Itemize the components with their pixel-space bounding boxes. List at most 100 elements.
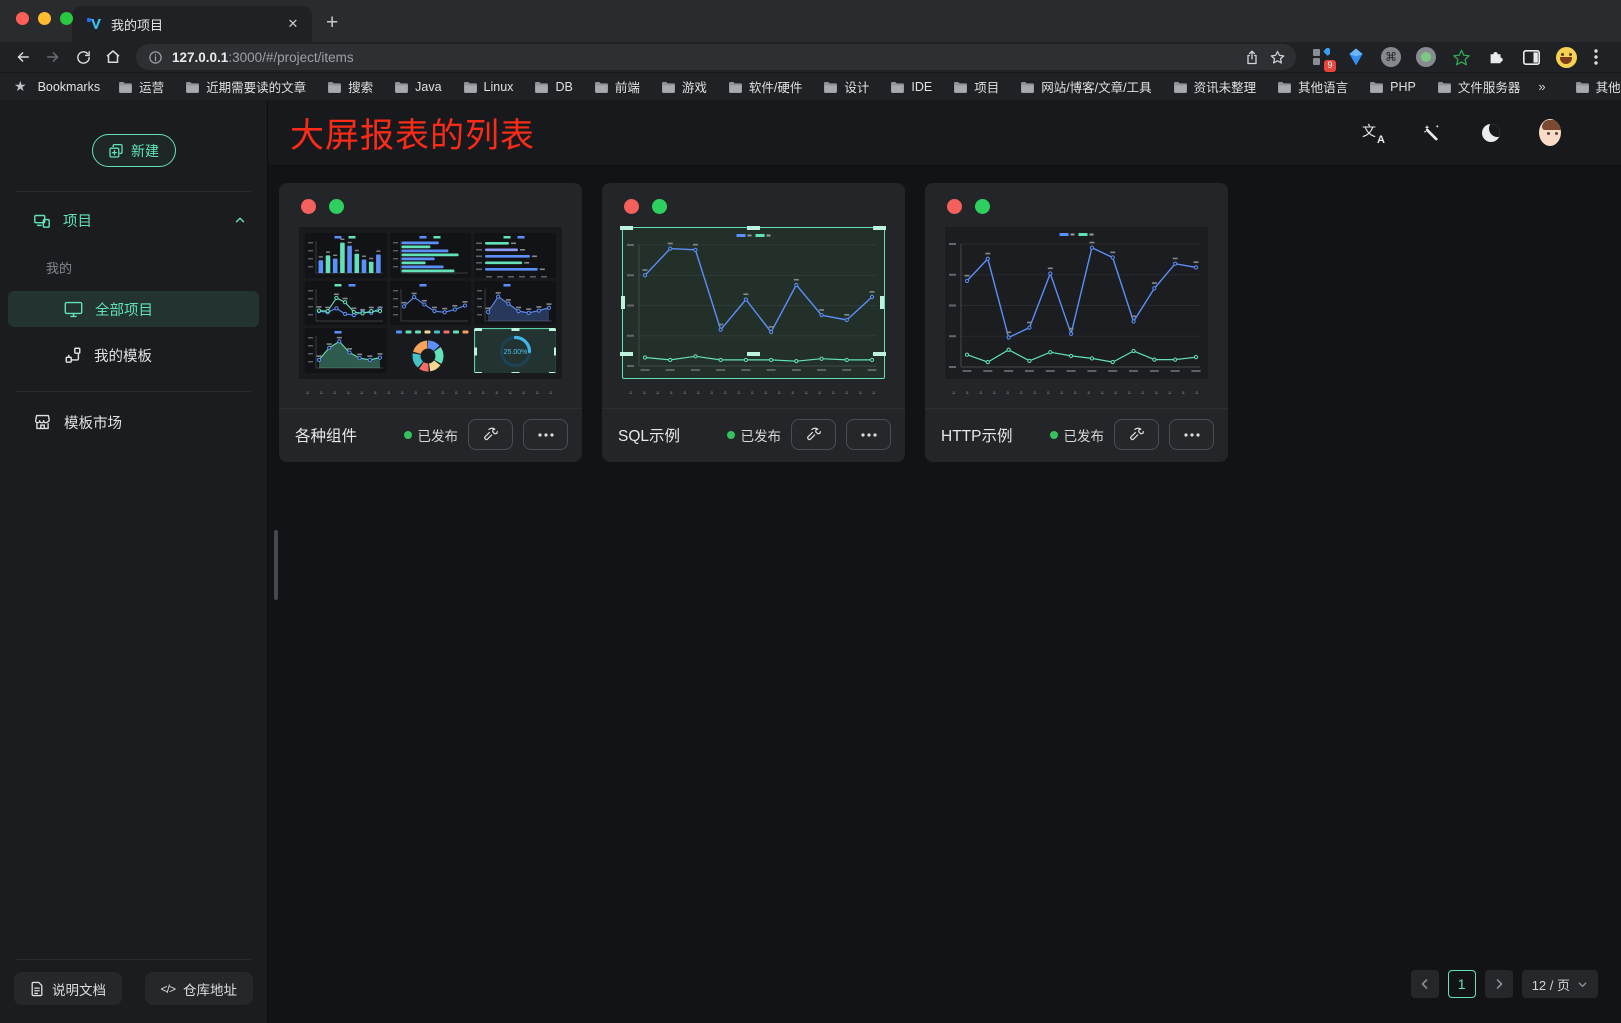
- bookmarks-overflow-chevron[interactable]: »: [1534, 79, 1549, 94]
- more-options-button[interactable]: [523, 419, 568, 450]
- selection-handle[interactable]: [620, 352, 633, 356]
- project-thumbnail[interactable]: [945, 227, 1208, 379]
- selection-handle[interactable]: [880, 296, 884, 309]
- page-header: 大屏报表的列表 文A: [268, 100, 1621, 166]
- profile-avatar-icon[interactable]: [1555, 46, 1577, 68]
- project-thumbnail[interactable]: 25.00%: [299, 227, 562, 379]
- status-label: 已发布: [1064, 425, 1105, 445]
- edit-hammer-button[interactable]: [1114, 419, 1159, 450]
- bookmark-folder[interactable]: 项目: [946, 77, 1006, 96]
- next-page-button[interactable]: [1485, 970, 1513, 998]
- more-options-button[interactable]: [846, 419, 891, 450]
- browser-tab-strip: 我的项目 ✕ +: [0, 0, 1621, 42]
- forward-icon[interactable]: [40, 45, 66, 69]
- bookmark-folder[interactable]: Linux: [456, 80, 521, 94]
- bookmark-folder[interactable]: 设计: [816, 77, 876, 96]
- home-icon[interactable]: [100, 45, 126, 69]
- extension-gem-icon[interactable]: [1345, 46, 1367, 68]
- bookmark-folder[interactable]: 运营: [111, 77, 171, 96]
- card-red-dot: [624, 199, 639, 214]
- ellipsis-icon: [1184, 433, 1200, 437]
- user-avatar[interactable]: [1539, 122, 1561, 144]
- minimize-window-button[interactable]: [38, 12, 51, 25]
- selection-handle[interactable]: [873, 226, 886, 230]
- bookmark-folder[interactable]: DB: [527, 80, 579, 94]
- extension-record-icon[interactable]: [1415, 46, 1437, 68]
- project-card[interactable]: SQL示例 已发布: [602, 183, 905, 462]
- chevron-up-icon[interactable]: [233, 213, 247, 227]
- scrollbar-thumb[interactable]: [274, 530, 278, 600]
- tab-title: 我的项目: [111, 15, 275, 34]
- tab-close-icon[interactable]: ✕: [284, 15, 302, 33]
- sidebar-section-project[interactable]: 项目: [8, 202, 259, 238]
- bookmark-folder[interactable]: 网站/博客/文章/工具: [1013, 77, 1158, 96]
- side-panel-icon[interactable]: [1520, 46, 1542, 68]
- bookmark-folder-label: 搜索: [348, 77, 373, 96]
- prev-page-button[interactable]: [1411, 970, 1439, 998]
- selection-handle[interactable]: [873, 352, 886, 356]
- sidebar-item-template-market[interactable]: 模板市场: [8, 404, 259, 440]
- other-bookmarks-folder[interactable]: 其他书签: [1568, 77, 1621, 96]
- repo-button[interactable]: </> 仓库地址: [145, 972, 253, 1005]
- page-size-select[interactable]: 12 / 页: [1522, 970, 1598, 998]
- bookmark-folder[interactable]: IDE: [883, 80, 939, 94]
- zoom-window-button[interactable]: [60, 12, 73, 25]
- dark-mode-moon-icon[interactable]: [1480, 122, 1502, 144]
- browser-tab[interactable]: 我的项目 ✕: [72, 6, 312, 42]
- bookmark-folder[interactable]: 搜索: [320, 77, 380, 96]
- browser-menu-icon[interactable]: [1590, 46, 1602, 68]
- more-options-button[interactable]: [1169, 419, 1214, 450]
- magic-wand-icon[interactable]: [1421, 122, 1443, 144]
- selection-handle[interactable]: [747, 226, 760, 230]
- selection-handle[interactable]: [620, 226, 633, 230]
- selection-handle[interactable]: [621, 296, 625, 309]
- site-info-icon[interactable]: [148, 50, 163, 65]
- code-icon: </>: [161, 982, 175, 996]
- project-name: 各种组件: [295, 424, 394, 446]
- sidebar-item-my-templates-label: 我的模板: [94, 345, 152, 366]
- language-icon[interactable]: 文A: [1362, 122, 1384, 144]
- bookmark-folder[interactable]: 软件/硬件: [721, 77, 809, 96]
- page-number-button[interactable]: 1: [1448, 970, 1476, 998]
- url-bar[interactable]: 127.0.0.1:3000/#/project/items: [136, 44, 1296, 70]
- extension-command-icon[interactable]: ⌘: [1380, 46, 1402, 68]
- edit-hammer-button[interactable]: [791, 419, 836, 450]
- browser-toolbar: 127.0.0.1:3000/#/project/items 9 ⌘: [0, 42, 1621, 72]
- docs-button[interactable]: 说明文档: [14, 972, 122, 1005]
- mini-chart-donut: [390, 328, 472, 373]
- sidebar-item-all-projects[interactable]: 全部项目: [8, 291, 259, 327]
- bookmark-folder[interactable]: 文件服务器: [1430, 77, 1528, 96]
- new-project-button[interactable]: 新建: [92, 134, 176, 167]
- storefront-icon: [33, 413, 52, 431]
- selection-handle[interactable]: [747, 352, 760, 356]
- bookmark-folder-label: IDE: [911, 80, 932, 94]
- new-project-label: 新建: [131, 141, 159, 161]
- edit-hammer-button[interactable]: [468, 419, 513, 450]
- extension-grid-icon[interactable]: 9: [1310, 46, 1332, 68]
- extensions-puzzle-icon[interactable]: [1485, 46, 1507, 68]
- bookmark-folder[interactable]: 游戏: [654, 77, 714, 96]
- reload-icon[interactable]: [70, 45, 96, 69]
- project-card[interactable]: 25.00% 各种组件 已发布: [279, 183, 582, 462]
- sidebar-item-my-templates[interactable]: 我的模板: [8, 337, 259, 373]
- bookmark-folder[interactable]: 资讯未整理: [1166, 77, 1264, 96]
- project-card[interactable]: HTTP示例 已发布: [925, 183, 1228, 462]
- url-text[interactable]: 127.0.0.1:3000/#/project/items: [172, 50, 1235, 65]
- dotted-divider: [945, 391, 1208, 394]
- bookmark-folder[interactable]: PHP: [1362, 80, 1423, 94]
- share-icon[interactable]: [1244, 49, 1260, 66]
- bookmark-folder[interactable]: 近期需要读的文章: [178, 77, 313, 96]
- extension-green-star-icon[interactable]: [1450, 46, 1472, 68]
- project-thumbnail[interactable]: [622, 227, 885, 379]
- bookmark-folder-label: 设计: [844, 77, 869, 96]
- bookmark-folder[interactable]: 前端: [587, 77, 647, 96]
- back-icon[interactable]: [10, 45, 36, 69]
- bookmark-star-icon[interactable]: [1269, 49, 1286, 66]
- pagination: 1 12 / 页: [1411, 970, 1598, 998]
- new-tab-button[interactable]: +: [326, 11, 338, 35]
- close-window-button[interactable]: [16, 12, 29, 25]
- bookmarks-label[interactable]: Bookmarks: [38, 80, 101, 94]
- bookmark-folder[interactable]: 其他语言: [1270, 77, 1355, 96]
- bookmark-folder[interactable]: Java: [387, 80, 448, 94]
- bookmark-folder-label: 网站/博客/文章/工具: [1041, 77, 1151, 96]
